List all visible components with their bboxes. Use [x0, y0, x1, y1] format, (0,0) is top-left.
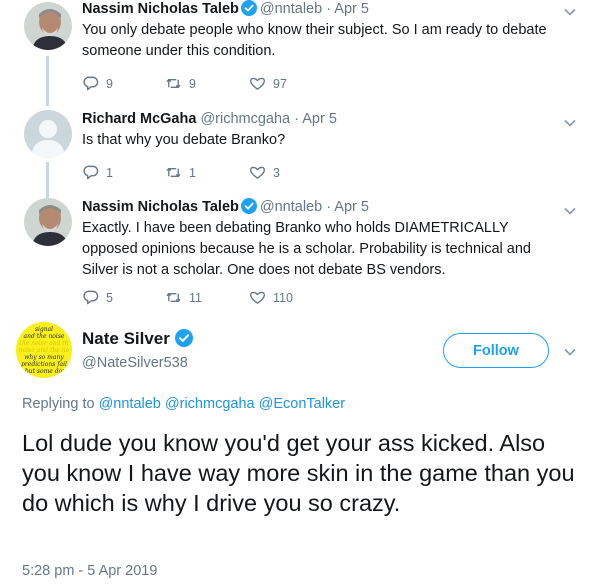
replying-handle-link[interactable]: @nntaleb	[99, 396, 161, 412]
author-handle[interactable]: @nntaleb	[260, 199, 322, 215]
tweet-date[interactable]: Apr 5	[334, 199, 369, 215]
retweet-count: 1	[189, 165, 196, 180]
tweet-text: You only debate people who know their su…	[82, 22, 547, 59]
author-name[interactable]: Nassim Nicholas Taleb	[82, 1, 239, 17]
tweet-timestamp[interactable]: 5:28 pm - 5 Apr 2019	[22, 563, 157, 579]
verified-badge-icon	[240, 0, 257, 16]
heart-icon	[250, 291, 265, 304]
replying-to: Replying to @nntaleb @richmcgaha @EconTa…	[22, 396, 345, 412]
reply-count: 9	[106, 76, 113, 91]
avatar-text: – but some don’	[20, 368, 68, 375]
follow-button[interactable]: Follow	[443, 333, 549, 368]
avatar-nassim-taleb[interactable]	[24, 198, 72, 246]
main-tweet-text: Lol dude you know you'd get your ass kic…	[22, 430, 575, 516]
like-count: 3	[273, 165, 280, 180]
author-handle[interactable]: @nntaleb	[260, 1, 322, 17]
main-author-handle[interactable]: @NateSilver538	[82, 355, 188, 371]
reply-button[interactable]: 1	[82, 164, 113, 181]
tweet-3[interactable]: Nassim Nicholas Taleb @nntaleb · Apr 5 Ex…	[0, 198, 595, 312]
retweet-count: 9	[189, 76, 196, 91]
avatar-richard-mcgaha[interactable]	[24, 110, 72, 158]
retweet-icon	[166, 78, 181, 89]
like-button[interactable]: 110	[249, 289, 293, 306]
retweet-button[interactable]: 11	[165, 289, 202, 306]
reply-icon	[83, 165, 99, 180]
heart-icon	[250, 77, 265, 90]
avatar-nassim-taleb[interactable]	[24, 2, 72, 50]
main-author-name[interactable]: Nate Silver	[82, 329, 170, 348]
author-name[interactable]: Richard McGaha	[82, 111, 196, 127]
reply-count: 1	[106, 165, 113, 180]
tweet-1[interactable]: Nassim Nicholas Taleb @nntaleb · Apr 5 Yo…	[0, 0, 595, 106]
tweet-text: Exactly. I have been debating Branko who…	[82, 220, 531, 278]
retweet-button[interactable]: 1	[165, 164, 196, 181]
reply-icon	[83, 76, 99, 91]
chevron-down-icon[interactable]	[563, 5, 577, 19]
reply-icon	[83, 290, 99, 305]
tweet-date[interactable]: Apr 5	[302, 111, 337, 127]
retweet-icon	[166, 167, 181, 178]
tweet-text: Is that why you debate Branko?	[82, 132, 286, 148]
avatar-nate-silver[interactable]: signal and the noise the noise and th no…	[16, 322, 72, 378]
like-button[interactable]: 97	[249, 75, 287, 92]
retweet-icon	[166, 292, 181, 303]
heart-icon	[250, 166, 265, 179]
separator-dot: ·	[326, 199, 332, 215]
verified-badge-icon	[240, 198, 257, 214]
retweet-button[interactable]: 9	[165, 75, 196, 92]
reply-button[interactable]: 5	[82, 289, 113, 306]
replying-handle-link[interactable]: @EconTalker	[259, 396, 345, 412]
reply-button[interactable]: 9	[82, 75, 113, 92]
main-author-name-row[interactable]: Nate Silver	[82, 329, 196, 349]
separator-dot: ·	[326, 1, 332, 17]
chevron-down-icon[interactable]	[563, 116, 577, 130]
separator-dot: ·	[294, 111, 299, 127]
like-count: 110	[273, 290, 293, 305]
tweet-date[interactable]: Apr 5	[334, 1, 369, 17]
replying-prefix: Replying to	[22, 396, 95, 412]
chevron-down-icon[interactable]	[563, 204, 577, 218]
verified-badge-icon	[174, 329, 193, 347]
retweet-count: 11	[189, 290, 202, 305]
chevron-down-icon[interactable]	[563, 345, 577, 359]
author-name[interactable]: Nassim Nicholas Taleb	[82, 199, 239, 215]
like-count: 97	[273, 76, 287, 91]
like-button[interactable]: 3	[249, 164, 280, 181]
reply-count: 5	[106, 290, 113, 305]
replying-handle-link[interactable]: @richmcgaha	[165, 396, 255, 412]
author-handle[interactable]: @richmcgaha	[200, 111, 290, 127]
tweet-2[interactable]: Richard McGaha @richmcgaha · Apr 5 Is th…	[0, 106, 595, 198]
